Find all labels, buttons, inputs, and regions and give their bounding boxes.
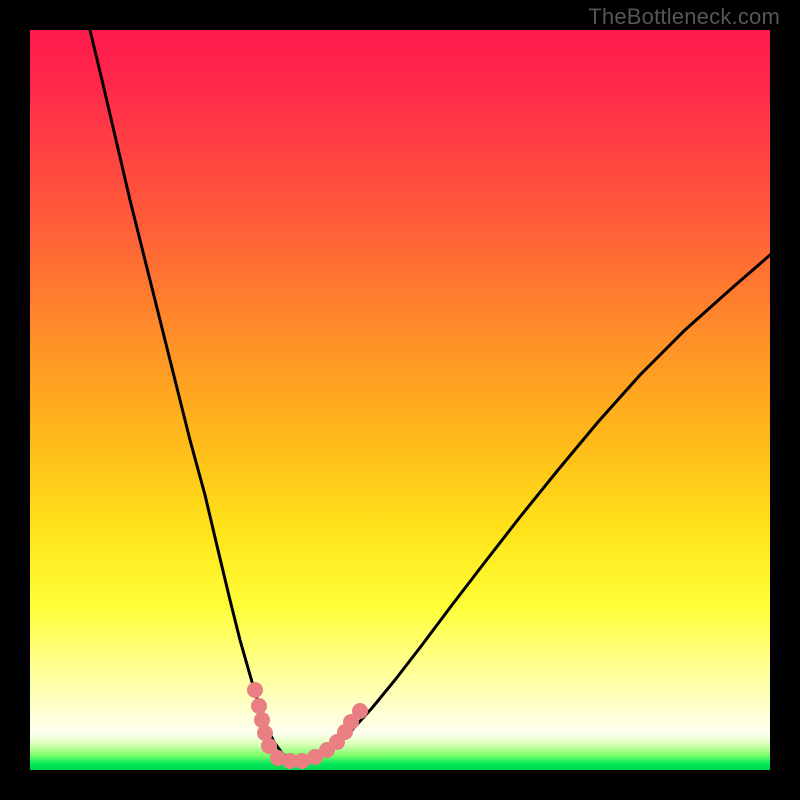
plot-area (30, 30, 770, 770)
highlight-marker-dot (247, 682, 263, 698)
highlight-markers (247, 682, 368, 769)
chart-frame: TheBottleneck.com (0, 0, 800, 800)
highlight-marker-dot (251, 698, 267, 714)
bottleneck-curve (90, 30, 770, 763)
watermark-text: TheBottleneck.com (588, 4, 780, 30)
highlight-marker-dot (352, 703, 368, 719)
curve-layer (30, 30, 770, 770)
